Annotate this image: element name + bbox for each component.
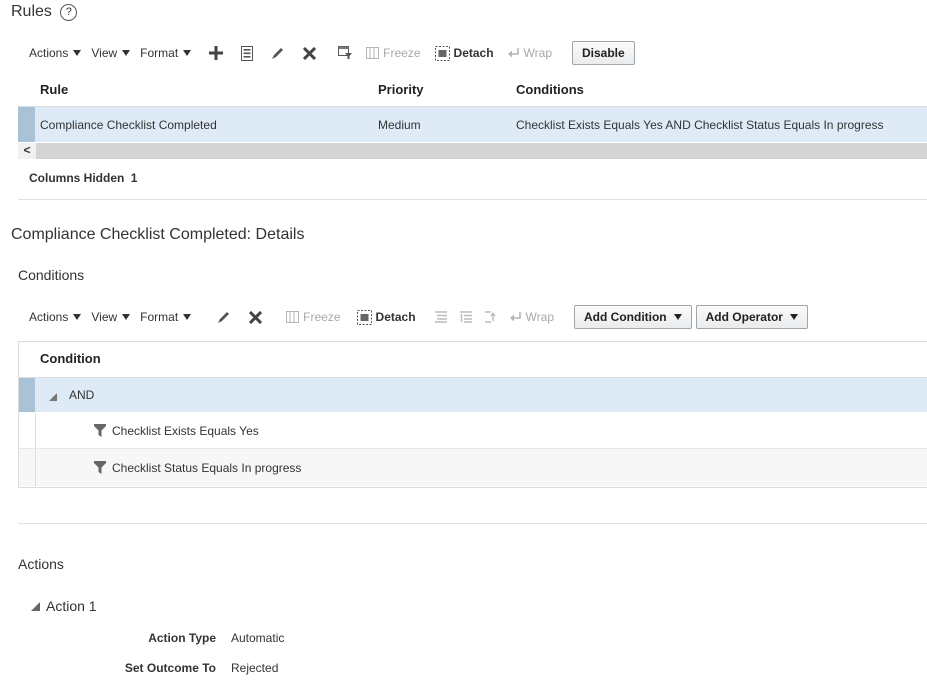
add-condition-button[interactable]: Add Condition	[574, 305, 692, 329]
column-header-rule[interactable]: Rule	[40, 82, 68, 97]
filter-icon	[94, 424, 106, 440]
view-menu[interactable]: View	[91, 46, 131, 60]
add-icon[interactable]	[205, 42, 227, 64]
delete-icon[interactable]	[244, 306, 266, 328]
actions-menu[interactable]: Actions	[29, 310, 82, 324]
detach-icon	[356, 309, 372, 325]
freeze-icon	[286, 311, 300, 323]
conditions-title: Conditions	[18, 267, 85, 283]
tree-row-condition[interactable]: Checklist Exists Equals Yes	[19, 413, 927, 448]
row-selection-marker[interactable]	[18, 107, 35, 142]
horizontal-scrollbar[interactable]: <	[18, 143, 927, 159]
divider	[18, 199, 927, 200]
actions-menu[interactable]: Actions	[29, 46, 82, 60]
caret-down-icon	[673, 314, 682, 320]
edit-icon[interactable]	[267, 42, 289, 64]
tree-row-and[interactable]: AND	[19, 378, 927, 412]
priority-cell: Medium	[378, 118, 421, 132]
caret-down-icon	[183, 50, 192, 56]
actions-title: Actions	[18, 556, 64, 572]
filter-icon	[94, 461, 106, 477]
tree-collapse-icon[interactable]	[49, 390, 57, 404]
freeze-button[interactable]: Freeze	[366, 46, 421, 60]
disclosure-expanded-icon[interactable]	[31, 601, 40, 611]
wrap-button[interactable]: Wrap	[507, 46, 552, 60]
row-selection-marker[interactable]	[19, 378, 35, 412]
add-operator-button[interactable]: Add Operator	[695, 305, 808, 329]
column-header-condition[interactable]: Condition	[40, 351, 101, 366]
freeze-icon	[366, 47, 380, 59]
rules-title: Rules	[11, 3, 52, 20]
disable-button[interactable]: Disable	[572, 41, 635, 65]
conditions-toolbar: Actions View Format Freeze Detach Wrap A…	[29, 304, 808, 330]
conditions-tree-table: Condition AND Checklist Exists Equals Ye…	[18, 341, 927, 488]
column-header-conditions[interactable]: Conditions	[516, 82, 584, 97]
collapse-all-icon[interactable]	[455, 306, 477, 328]
caret-down-icon	[122, 314, 131, 320]
caret-down-icon	[183, 314, 192, 320]
scroll-to-parent-icon[interactable]	[480, 306, 502, 328]
detail-icon[interactable]	[236, 42, 258, 64]
conditions-cell: Checklist Exists Equals Yes AND Checklis…	[516, 118, 884, 132]
divider	[18, 523, 927, 524]
row-marker-border	[35, 449, 36, 486]
detach-icon	[434, 45, 450, 61]
rule-name-cell: Compliance Checklist Completed	[40, 118, 217, 132]
tree-row-condition[interactable]: Checklist Status Equals In progress	[19, 448, 927, 486]
table-row[interactable]: Compliance Checklist Completed Medium Ch…	[18, 107, 927, 142]
set-outcome-value: Rejected	[231, 661, 279, 675]
columns-hidden-label: Columns Hidden	[29, 171, 125, 185]
format-menu[interactable]: Format	[140, 310, 192, 324]
wrap-icon	[507, 47, 520, 59]
columns-hidden-count: 1	[130, 171, 138, 185]
table-header-row: Rule Priority Conditions	[18, 72, 927, 107]
edit-icon[interactable]	[213, 306, 235, 328]
action-1-label: Action 1	[46, 598, 97, 614]
wrap-icon	[509, 311, 522, 323]
query-by-example-icon[interactable]	[334, 42, 356, 64]
action-1-disclosure[interactable]: Action 1	[31, 598, 97, 614]
detach-button[interactable]: Detach	[434, 45, 494, 61]
wrap-button[interactable]: Wrap	[509, 310, 554, 324]
rules-section-header: Rules ?	[11, 3, 78, 21]
columns-hidden-status: Columns Hidden 1	[29, 171, 137, 185]
condition-label: Checklist Exists Equals Yes	[112, 424, 259, 438]
rules-table: Rule Priority Conditions Compliance Chec…	[18, 72, 927, 164]
delete-icon[interactable]	[298, 42, 320, 64]
expand-all-icon[interactable]	[430, 306, 452, 328]
caret-down-icon	[789, 314, 798, 320]
set-outcome-label: Set Outcome To	[124, 661, 216, 675]
rules-toolbar: Actions View Format Freeze Detach Wrap D…	[29, 40, 635, 66]
details-title: Compliance Checklist Completed: Details	[11, 226, 305, 243]
help-icon[interactable]: ?	[60, 4, 78, 21]
condition-label: Checklist Status Equals In progress	[112, 461, 302, 475]
detach-button[interactable]: Detach	[356, 309, 416, 325]
caret-down-icon	[122, 50, 131, 56]
format-menu[interactable]: Format	[140, 46, 192, 60]
tree-node-label: AND	[69, 388, 95, 402]
view-menu[interactable]: View	[91, 310, 131, 324]
caret-down-icon	[73, 50, 82, 56]
column-header-priority[interactable]: Priority	[378, 82, 424, 97]
caret-down-icon	[73, 314, 82, 320]
action-type-value: Automatic	[231, 631, 285, 645]
action-type-label: Action Type	[148, 631, 216, 645]
table-header-row: Condition	[19, 341, 927, 378]
freeze-button[interactable]: Freeze	[286, 310, 341, 324]
scroll-left-button[interactable]: <	[18, 143, 36, 159]
row-marker-border	[35, 413, 36, 448]
